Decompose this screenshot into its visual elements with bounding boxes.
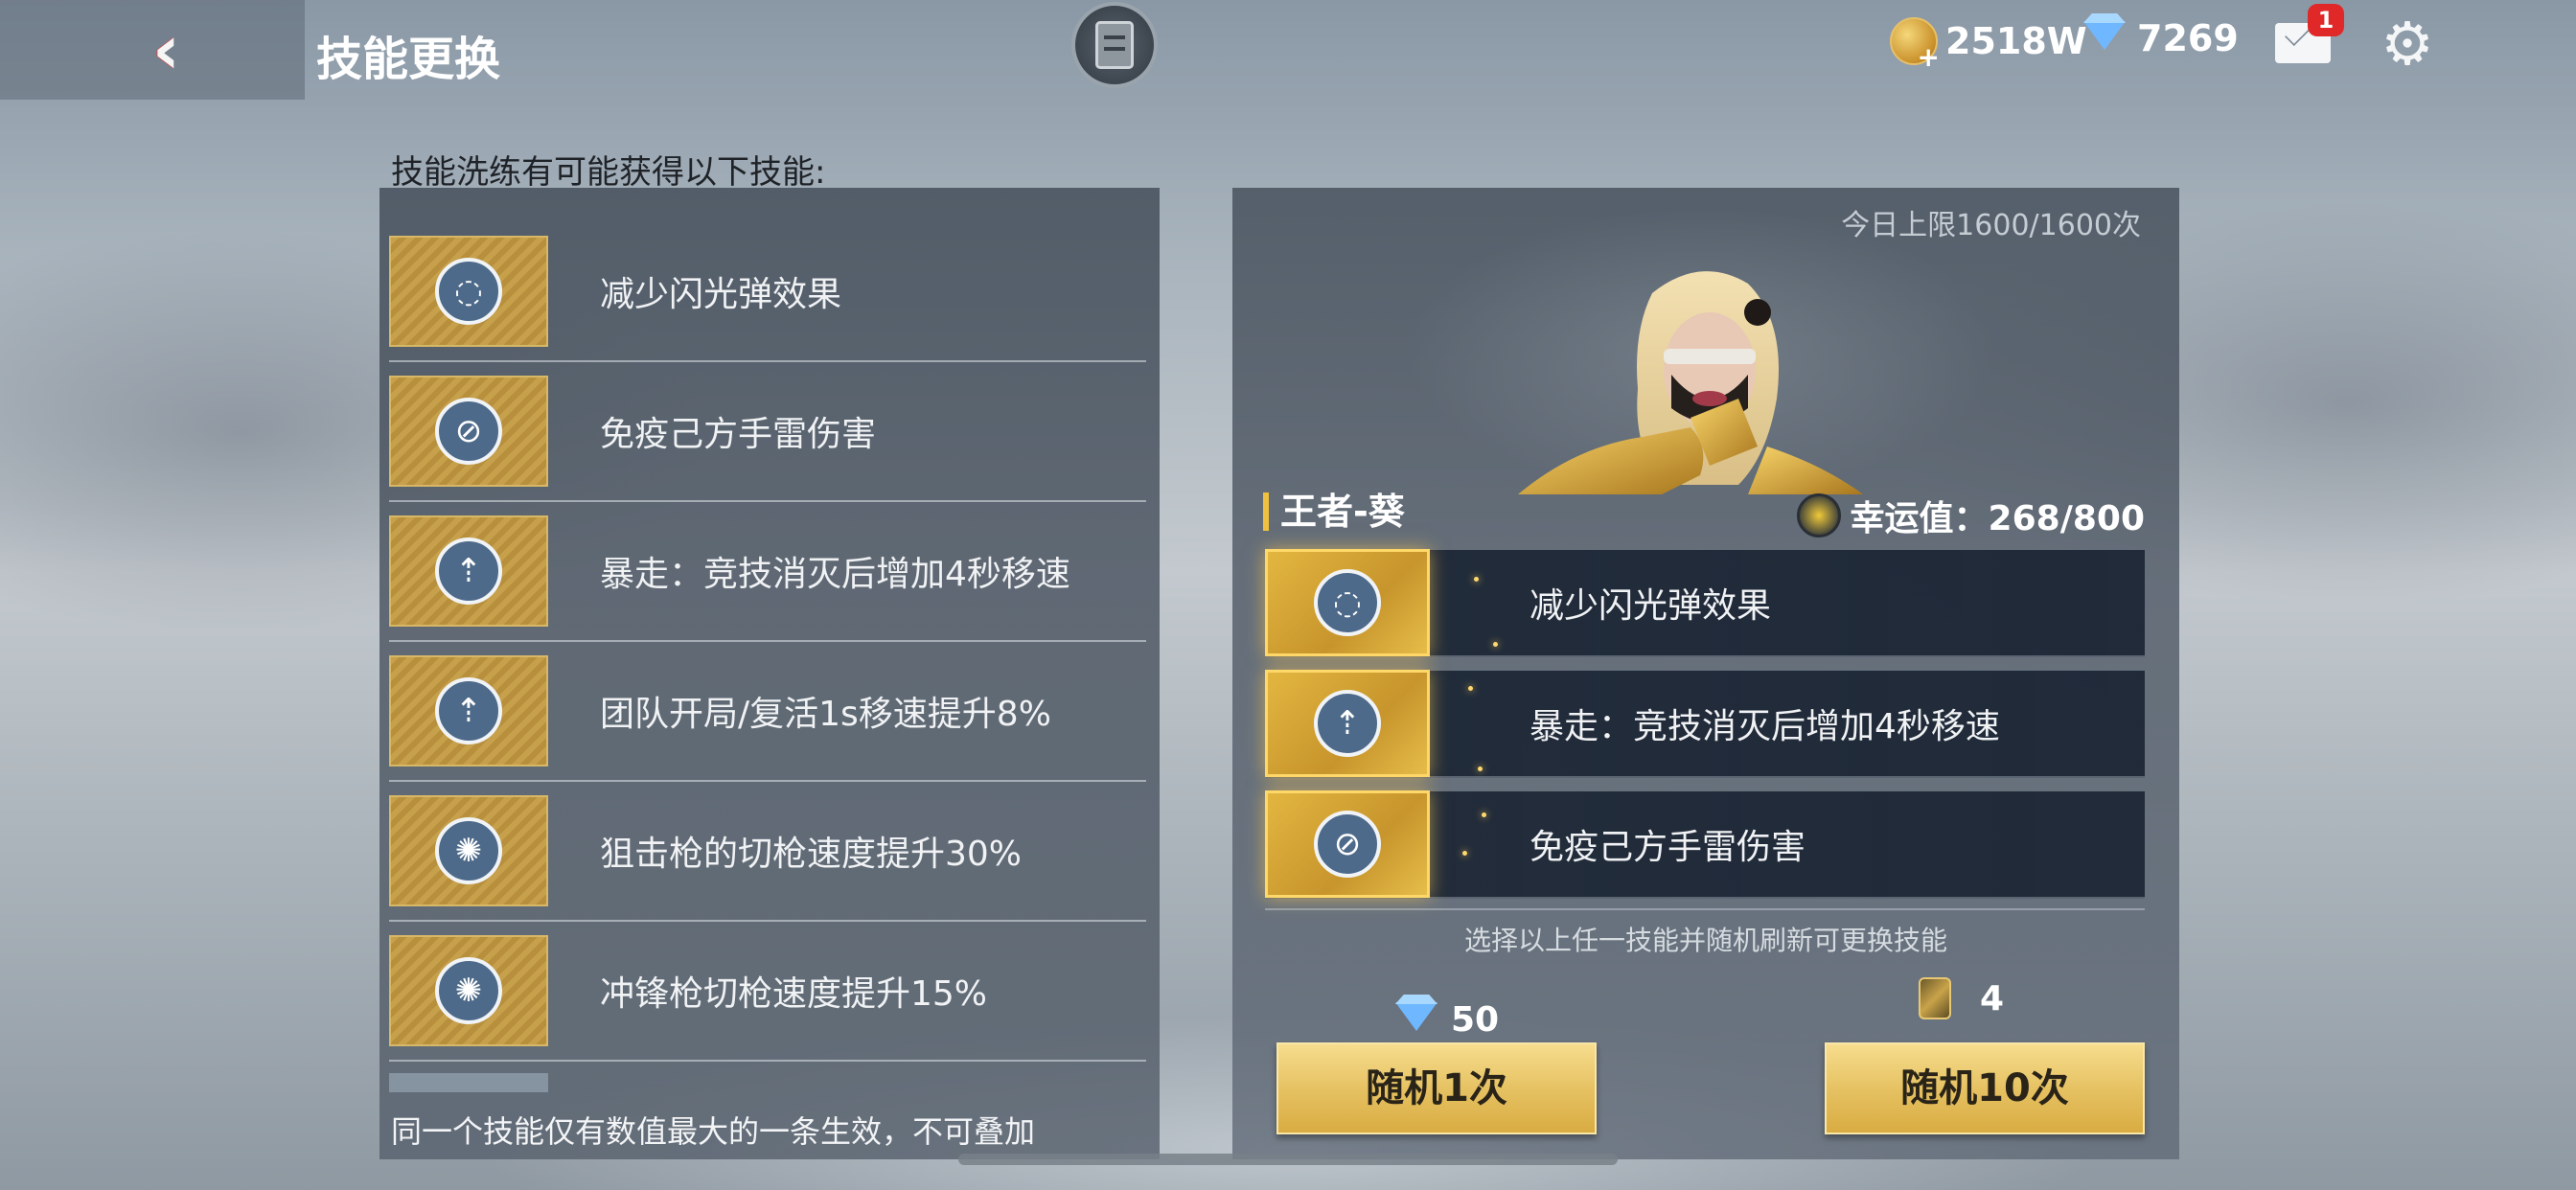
back-arrow-icon: ‹‹ [151,11,176,89]
gear-icon[interactable]: ⚙ [2380,14,2434,74]
skill-refresh-panel: 今日上限1600/1600次 王者-葵 幸运值：268/800 ◌ 减少闪光弹效… [1232,188,2179,1159]
sparkle [1474,577,1479,582]
cost-value: 50 [1451,999,1500,1040]
list-item: ◌ 减少闪光弹效果 [389,222,1146,362]
skill-label: 暴走：竞技消灭后增加4秒移速 [1530,707,2000,746]
character-name: 王者-葵 [1263,492,1405,531]
current-skill-slot-1[interactable]: ◌ 减少闪光弹效果 [1265,549,2145,657]
gold-amount: 2518W [1945,20,2087,62]
boot-speed-icon: ⇡ [435,538,502,605]
stacking-footnote: 同一个技能仅有数值最大的一条生效，不可叠加 [391,1113,1036,1150]
skill-label: 减少闪光弹效果 [1530,586,1772,626]
skill-label: 团队开局/复活1s移速提升8% [600,695,1051,734]
random-once-cost: 50 [1390,998,1499,1041]
cost-value: 4 [1980,978,2005,1018]
rules-scroll-button[interactable] [1071,2,1158,88]
luck-label: 幸运值：268/800 [1850,499,2145,538]
character-portrait [1518,271,1863,494]
grenade-immune-icon: ⊘ [435,398,502,465]
grenade-immune-icon: ⊘ [1314,811,1381,878]
skill-icon-frame: ⇡ [1265,670,1430,777]
luck-icon [1796,493,1841,538]
luck-value: 幸运值：268/800 [1796,491,2145,540]
diamond-icon [2078,17,2129,59]
sparkle [1493,642,1498,647]
mail-badge: 1 [2308,4,2344,36]
possible-skills-list[interactable]: ◌ 减少闪光弹效果 ⊘ 免疫己方手雷伤害 ⇡ 暴走：竞技消灭后增加4秒移速 ⇡ … [380,188,1160,1159]
gold-coin-icon [1890,17,1940,73]
diamond-icon [1390,998,1441,1041]
list-item-partial [389,1073,548,1092]
refresh-hint: 选择以上任一技能并随机刷新可更换技能 [1463,925,1947,956]
list-item: ⇡ 暴走：竞技消灭后增加4秒移速 [389,502,1146,642]
skill-icon-frame: ⊘ [389,376,548,487]
list-item: ✺ 狙击枪的切枪速度提升30% [389,782,1146,922]
skill-icon-frame: ✺ [389,935,548,1046]
skill-label: 暴走：竞技消灭后增加4秒移速 [600,555,1070,594]
skill-icon-frame: ⇡ [389,515,548,627]
goggles-icon: ◌ [435,258,502,325]
random-once-button[interactable]: 随机1次 [1276,1042,1597,1134]
possible-skills-heading: 技能洗练有可能获得以下技能: [391,153,826,192]
diamond-amount: 7269 [2137,17,2239,59]
gold-resource[interactable]: 2518W [1890,17,2087,73]
skill-label: 减少闪光弹效果 [600,275,842,314]
daily-limit: 今日上限1600/1600次 [1841,209,2141,242]
sparkle [1462,851,1467,856]
sparkle [1468,686,1473,691]
sparkle [1478,767,1483,771]
goggles-icon: ◌ [1314,569,1381,636]
skill-icon-frame: ◌ [1265,549,1430,656]
ticket-icon [1919,977,1951,1019]
boot-speed-icon: ⇡ [435,677,502,744]
list-item: ⊘ 免疫己方手雷伤害 [389,362,1146,502]
dragon-icon: ✺ [435,817,502,884]
document-icon [1095,21,1134,69]
list-item: ✺ 冲锋枪切枪速度提升15% [389,922,1146,1062]
divider [1265,908,2145,910]
dragon-icon: ✺ [435,957,502,1024]
skill-label: 狙击枪的切枪速度提升30% [600,835,1023,874]
home-indicator[interactable] [958,1154,1618,1165]
skill-icon-frame: ⊘ [1265,790,1430,898]
page-title: 技能更换 [316,33,501,86]
current-skill-slot-3[interactable]: ⊘ 免疫己方手雷伤害 [1265,790,2145,899]
back-button[interactable]: ‹‹ [0,0,305,100]
diamond-resource[interactable]: 7269 [2078,17,2239,59]
sparkle [1482,812,1486,817]
skill-label: 免疫己方手雷伤害 [1530,828,1806,867]
skill-icon-frame: ⇡ [389,655,548,767]
random-ten-cost: 4 [1919,977,2004,1019]
skill-label: 免疫己方手雷伤害 [600,415,877,454]
skill-icon-frame: ✺ [389,795,548,906]
random-ten-button[interactable]: 随机10次 [1825,1042,2145,1134]
skill-icon-frame: ◌ [389,236,548,347]
boot-speed-icon: ⇡ [1314,690,1381,757]
current-skill-slot-2[interactable]: ⇡ 暴走：竞技消灭后增加4秒移速 [1265,670,2145,778]
list-item: ⇡ 团队开局/复活1s移速提升8% [389,642,1146,782]
skill-label: 冲锋枪切枪速度提升15% [600,974,988,1014]
